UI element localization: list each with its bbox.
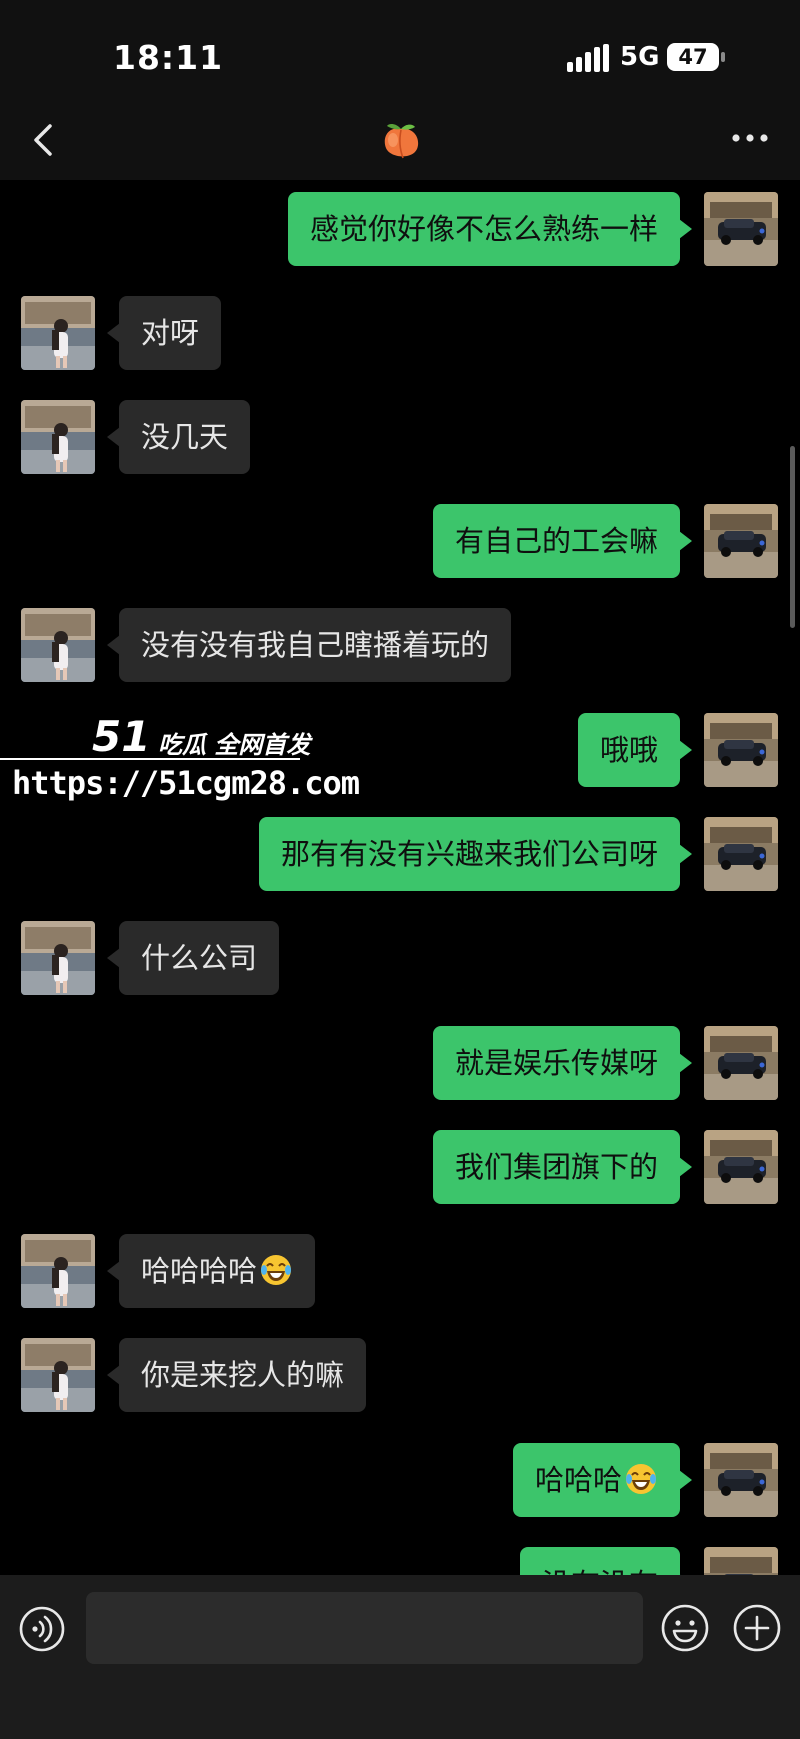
received-message-bubble[interactable]: 你是来挖人的嘛 [106,1338,367,1412]
laughing-tears-emoji-icon [261,1255,292,1285]
watermark-divider [0,758,300,760]
contact-avatar[interactable] [21,608,95,682]
car-photo-avatar-icon [704,1130,778,1204]
my-avatar[interactable] [704,817,778,891]
watermark: 51 吃瓜 全网首发 https://51cgm28.com [0,700,360,810]
sent-message-bubble[interactable]: 没有没有 [519,1547,693,1575]
scrollbar[interactable] [790,446,795,628]
girl-photo-avatar-icon [21,921,95,995]
back-icon[interactable] [22,118,66,162]
status-bar: 18:11 5G 47 [0,0,800,100]
sent-message-bubble[interactable]: 感觉你好像不怎么熟练一样 [287,192,693,266]
battery-level: 47 [678,45,708,69]
voice-input-icon[interactable] [18,1605,66,1653]
my-avatar[interactable] [704,1547,778,1575]
car-photo-avatar-icon [704,192,778,266]
peach-emoji-icon [384,124,419,159]
my-avatar[interactable] [704,1026,778,1100]
watermark-url: https://51cgm28.com [12,764,360,802]
received-message-bubble[interactable]: 没几天 [106,400,251,474]
signal-icon [567,44,609,72]
contact-avatar[interactable] [21,296,95,370]
girl-photo-avatar-icon [21,296,95,370]
my-avatar[interactable] [704,1443,778,1517]
my-avatar[interactable] [704,713,778,787]
watermark-brand: 51 [92,712,151,761]
car-photo-avatar-icon [704,1443,778,1517]
girl-photo-avatar-icon [21,400,95,474]
car-photo-avatar-icon [704,1547,778,1575]
my-avatar[interactable] [704,1130,778,1204]
network-type: 5G [620,42,660,72]
sent-message-bubble[interactable]: 我们集团旗下的 [432,1130,693,1204]
more-options-icon[interactable] [728,120,772,156]
watermark-tagline: 吃瓜 全网首发 [158,731,311,759]
received-message-bubble[interactable]: 什么公司 [106,921,280,995]
message-list[interactable]: 感觉你好像不怎么熟练一样 对呀 没几天 有自己的工会嘛 没有没有我自己瞎播着玩的… [0,180,800,1575]
girl-photo-avatar-icon [21,1338,95,1412]
sent-message-bubble[interactable]: 有自己的工会嘛 [432,504,693,578]
emoji-picker-icon[interactable] [660,1603,710,1653]
sent-message-bubble[interactable]: 就是娱乐传媒呀 [432,1026,693,1100]
message-text: 哈哈哈 [534,1463,622,1497]
sent-message-bubble[interactable]: 那有有没有兴趣来我们公司呀 [258,817,693,891]
contact-avatar[interactable] [21,400,95,474]
message-text: 哈哈哈哈 [141,1254,258,1288]
battery-icon: 47 [667,43,725,71]
car-photo-avatar-icon [704,1026,778,1100]
girl-photo-avatar-icon [21,1234,95,1308]
girl-photo-avatar-icon [21,608,95,682]
sent-message-bubble[interactable]: 哦哦 [577,713,693,787]
message-input[interactable] [86,1592,643,1664]
received-message-bubble[interactable]: 对呀 [106,296,222,370]
received-message-bubble[interactable]: 没有没有我自己瞎播着玩的 [106,608,512,682]
received-message-bubble[interactable]: 哈哈哈哈 [106,1234,316,1308]
laughing-tears-emoji-icon [626,1464,656,1494]
car-photo-avatar-icon [704,713,778,787]
my-avatar[interactable] [704,504,778,578]
input-bar [0,1575,800,1739]
contact-avatar[interactable] [21,1338,95,1412]
car-photo-avatar-icon [704,817,778,891]
contact-avatar[interactable] [21,1234,95,1308]
status-time: 18:11 [113,38,224,77]
sent-message-bubble[interactable]: 哈哈哈 [512,1443,693,1517]
my-avatar[interactable] [704,192,778,266]
car-photo-avatar-icon [704,504,778,578]
add-attachment-icon[interactable] [732,1603,782,1653]
contact-avatar[interactable] [21,921,95,995]
